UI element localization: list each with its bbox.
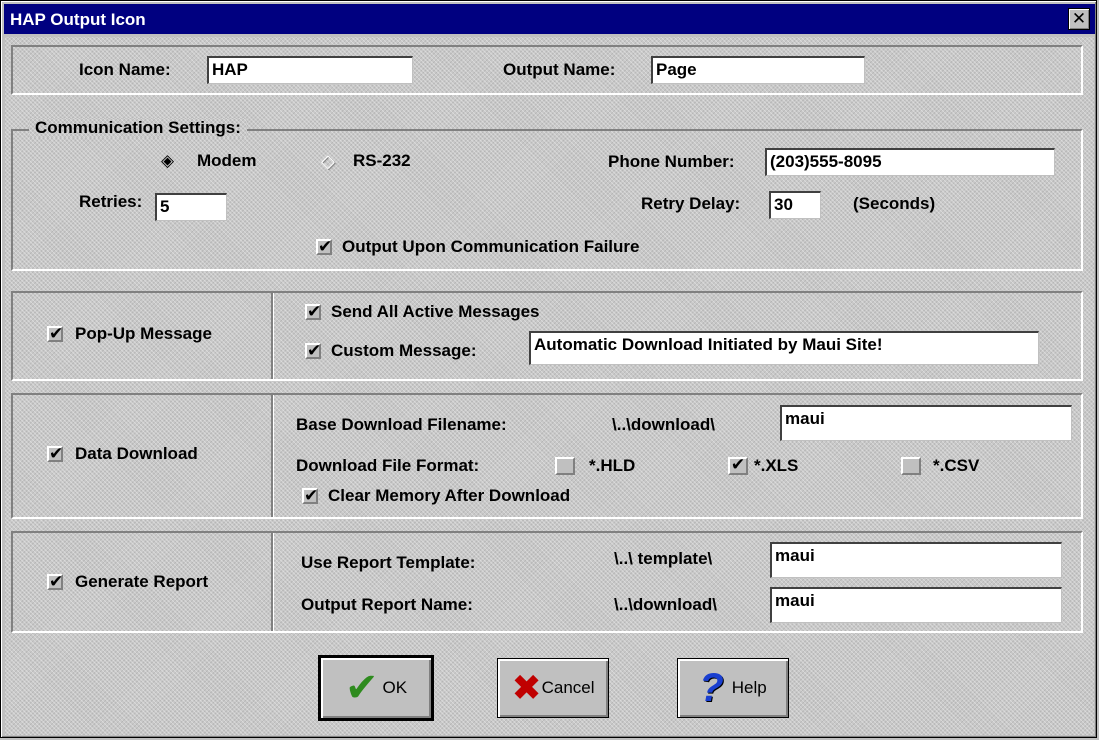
output-on-failure-check-icon: ✔ [316,237,333,256]
title-bar[interactable]: HAP Output Icon ✕ [4,4,1095,34]
custom-message-check-icon: ✔ [305,341,322,360]
phone-number-input[interactable]: (203)555-8095 [765,148,1055,176]
send-all-check-icon: ✔ [305,302,322,321]
report-template-path: \..\ template\ [614,549,713,568]
rs232-radio-icon: ◇ [321,151,335,171]
retry-delay-label: Retry Delay: [641,194,741,213]
clear-memory-check-icon: ✔ [302,486,319,505]
format-csv-check-icon [901,457,921,475]
dialog-body: Icon Name: HAP Output Name: Page Communi… [5,37,1094,735]
popup-message-check-icon: ✔ [47,324,64,343]
report-template-input[interactable]: maui [770,542,1062,578]
popup-message-label: Pop-Up Message [75,324,212,343]
generate-report-divider [271,533,274,631]
send-all-checkbox[interactable]: ✔ Send All Active Messages [305,302,540,322]
output-on-failure-checkbox[interactable]: ✔ Output Upon Communication Failure [316,237,639,257]
format-csv-label: *.CSV [933,456,980,475]
modem-radio[interactable]: ◈ Modem [161,151,257,171]
cancel-label: Cancel [541,678,595,697]
retry-delay-input[interactable]: 30 [769,191,821,219]
ok-label: OK [382,678,408,697]
file-format-label: Download File Format: [296,456,480,475]
data-download-check-icon: ✔ [47,444,64,463]
format-xls-checkbox[interactable]: ✔ *.XLS [728,456,798,476]
custom-message-input[interactable]: Automatic Download Initiated by Maui Sit… [529,331,1039,365]
phone-number-label: Phone Number: [608,152,735,171]
report-template-label: Use Report Template: [301,553,476,572]
generate-report-checkbox[interactable]: ✔ Generate Report [47,572,208,592]
data-download-divider [271,395,274,517]
format-hld-check-icon [555,457,575,475]
window-title: HAP Output Icon [10,10,146,29]
popup-divider [271,293,274,379]
icon-name-input[interactable]: HAP [207,56,413,84]
retries-input[interactable]: 5 [155,193,227,221]
format-csv-checkbox[interactable]: *.CSV [901,456,979,476]
popup-message-checkbox[interactable]: ✔ Pop-Up Message [47,324,212,344]
output-report-path: \..\download\ [614,595,717,614]
send-all-label: Send All Active Messages [331,302,540,321]
output-report-input[interactable]: maui [770,587,1062,623]
data-download-checkbox[interactable]: ✔ Data Download [47,444,198,464]
clear-memory-label: Clear Memory After Download [328,486,571,505]
names-panel: Icon Name: HAP Output Name: Page [11,45,1083,95]
custom-message-checkbox[interactable]: ✔ Custom Message: [305,341,476,361]
output-on-failure-label: Output Upon Communication Failure [342,237,640,256]
modem-radio-icon: ◈ [161,151,175,170]
help-label: Help [731,678,767,697]
modem-label: Modem [197,151,257,170]
generate-report-label: Generate Report [75,572,209,591]
cancel-button[interactable]: ✖ Cancel [497,658,609,718]
format-xls-label: *.XLS [754,456,799,475]
ok-check-icon: ✔ [344,666,379,710]
generate-report-check-icon: ✔ [47,572,64,591]
close-button[interactable]: ✕ [1068,8,1090,30]
ok-button[interactable]: ✔ OK [318,655,434,721]
clear-memory-checkbox[interactable]: ✔ Clear Memory After Download [302,486,570,506]
cancel-x-icon: ✖ [511,667,542,708]
icon-name-label: Icon Name: [79,60,171,79]
communication-settings-label: Communication Settings: [29,118,247,138]
rs232-radio[interactable]: ◇ RS-232 [321,151,411,171]
help-question-icon: ? [699,666,724,710]
output-name-label: Output Name: [503,60,616,79]
output-name-input[interactable]: Page [651,56,865,84]
format-hld-label: *.HLD [589,456,636,475]
base-filename-path: \..\download\ [612,415,715,434]
format-xls-check-icon: ✔ [728,456,748,475]
close-icon: ✕ [1071,9,1087,28]
base-filename-label: Base Download Filename: [296,415,507,434]
output-report-label: Output Report Name: [301,595,473,614]
help-button[interactable]: ? Help [677,658,789,718]
base-filename-input[interactable]: maui [780,405,1072,441]
format-hld-checkbox[interactable]: *.HLD [555,456,635,476]
rs232-label: RS-232 [353,151,411,170]
custom-message-label: Custom Message: [331,341,477,360]
seconds-label: (Seconds) [853,194,936,213]
data-download-label: Data Download [75,444,198,463]
retries-label: Retries: [79,192,143,211]
dialog-window: HAP Output Icon ✕ Icon Name: HAP Output … [0,0,1097,738]
